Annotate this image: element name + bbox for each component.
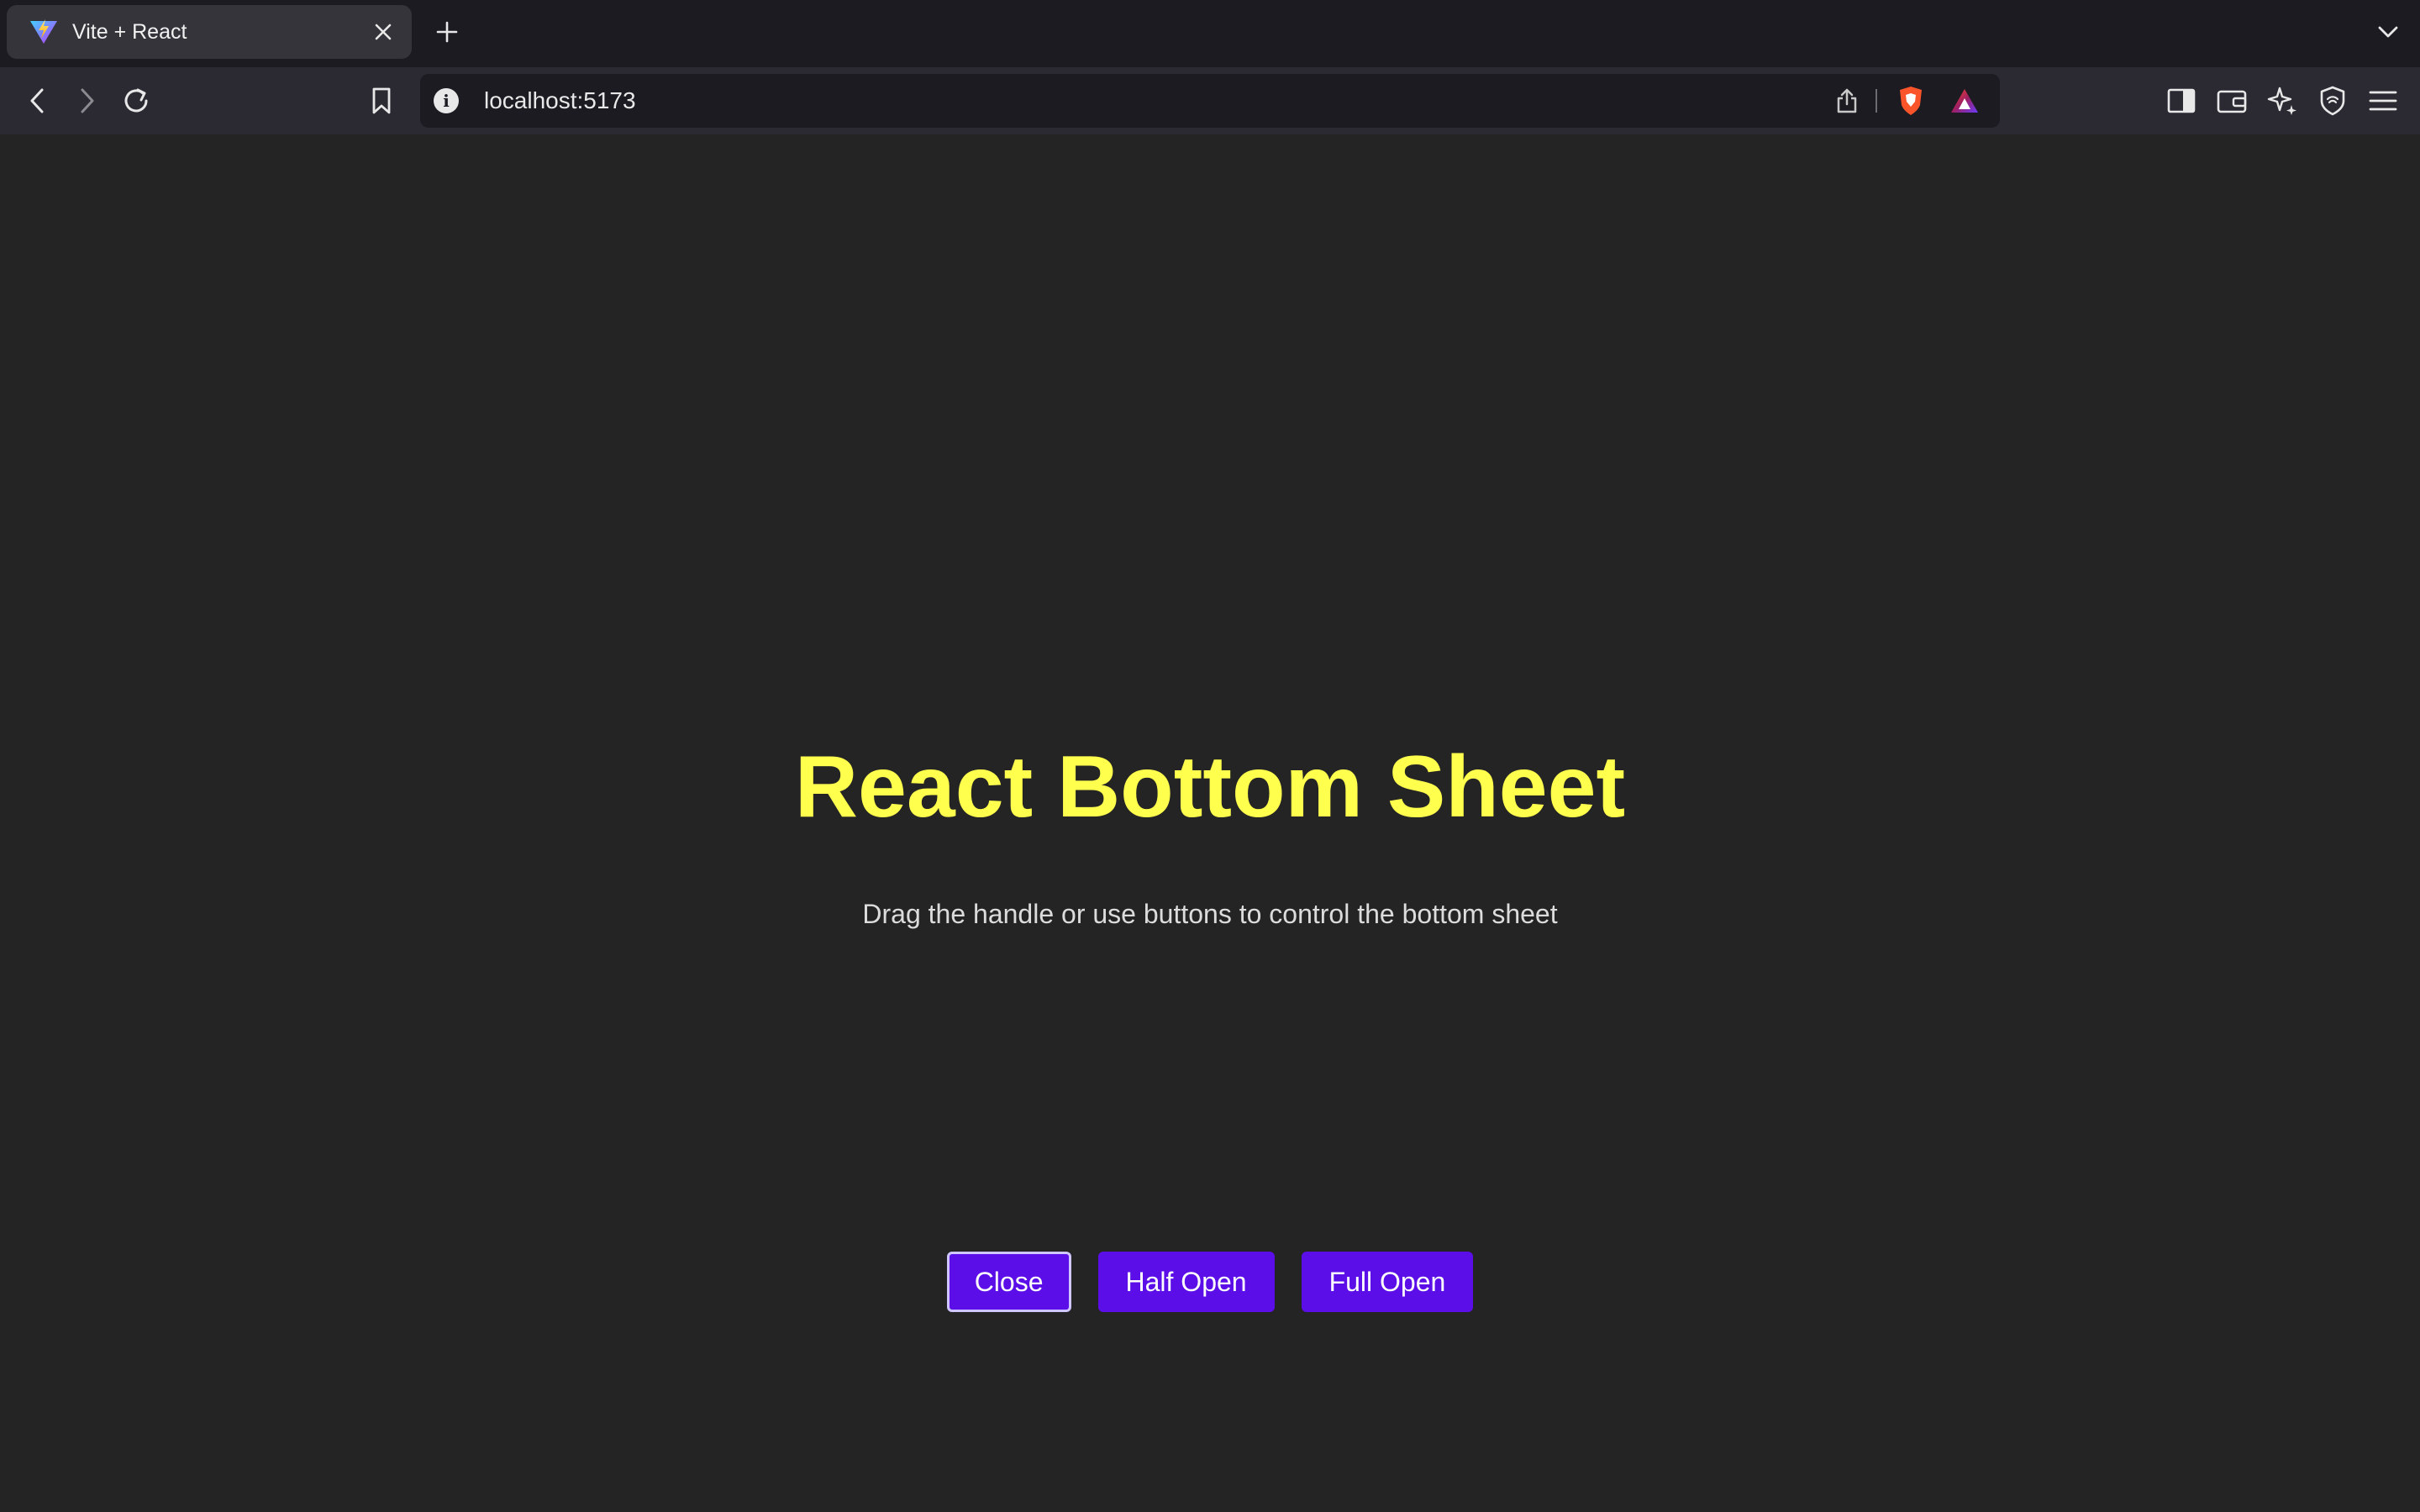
half-open-button[interactable]: Half Open <box>1097 1252 1275 1312</box>
tab-list-chevron-down-icon[interactable] <box>2373 17 2403 47</box>
back-arrow-icon[interactable] <box>20 84 54 118</box>
share-icon[interactable] <box>1832 86 1862 116</box>
site-info-icon[interactable]: i <box>434 88 459 113</box>
address-bar-divider <box>1876 89 1877 113</box>
tab-title: Vite + React <box>72 20 187 44</box>
leo-ai-sparkle-icon[interactable] <box>2265 84 2299 118</box>
reload-icon[interactable] <box>119 84 153 118</box>
forward-arrow-icon[interactable] <box>71 84 104 118</box>
address-bar[interactable]: i localhost:5173 <box>420 74 2000 128</box>
url-text[interactable]: localhost:5173 <box>484 74 636 128</box>
browser-toolbar: i localhost:5173 <box>0 67 2420 134</box>
brave-rewards-icon[interactable] <box>1948 84 1981 118</box>
vpn-shield-icon[interactable] <box>2316 84 2349 118</box>
vite-logo-icon <box>30 19 57 44</box>
bookmark-icon[interactable] <box>365 84 398 118</box>
page-title: React Bottom Sheet <box>794 738 1626 836</box>
page-content: React Bottom Sheet Drag the handle or us… <box>0 134 2420 1512</box>
new-tab-plus-icon[interactable] <box>432 17 462 47</box>
sheet-controls: Close Half Open Full Open <box>0 1252 2420 1312</box>
brave-shields-icon[interactable] <box>1894 84 1928 118</box>
full-open-button[interactable]: Full Open <box>1301 1252 1474 1312</box>
wallet-icon[interactable] <box>2215 84 2249 118</box>
tab-active[interactable]: Vite + React <box>7 5 412 59</box>
tab-close-icon[interactable] <box>368 17 398 47</box>
page-subtitle: Drag the handle or use buttons to contro… <box>862 899 1558 929</box>
close-button[interactable]: Close <box>946 1252 1071 1312</box>
sidebar-toggle-icon[interactable] <box>2165 84 2198 118</box>
tab-strip: Vite + React <box>0 0 2420 67</box>
browser-window: Vite + React i localhost:5173 React Bott… <box>0 0 2420 1512</box>
menu-hamburger-icon[interactable] <box>2366 84 2400 118</box>
